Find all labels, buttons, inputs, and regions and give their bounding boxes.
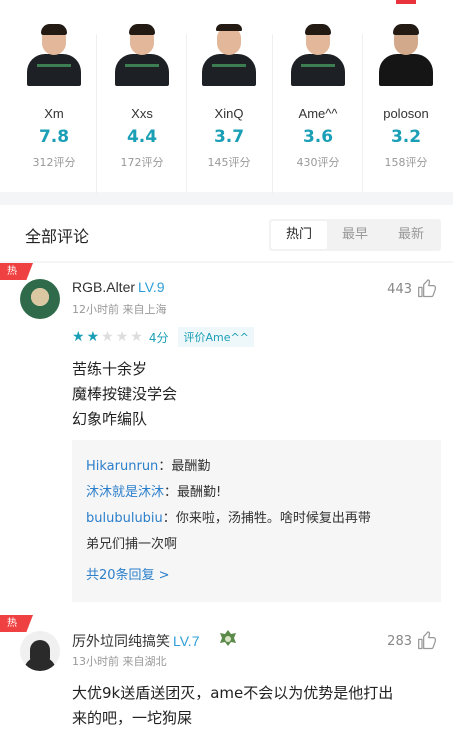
star-icon: ★ xyxy=(72,329,85,345)
comment-author[interactable]: 厉外垃同纯搞笑 LV.7 xyxy=(72,631,199,651)
player-card-xm[interactable]: Xm 7.8 312评分 xyxy=(14,24,94,170)
player-score: 7.8 xyxy=(38,127,70,147)
comment-line: 苦练十余岁 xyxy=(72,360,148,378)
user-level: LV.7 xyxy=(173,633,200,649)
comment-item: 热 厉外垃同纯搞笑 LV.7 13小时前 来自湖北 283 大优9k送盾送团灭，a… xyxy=(0,615,453,741)
comment-meta: 12小时前 来自上海 xyxy=(72,303,167,316)
avatar[interactable] xyxy=(20,631,60,671)
reply-author[interactable]: bulubulubiu xyxy=(86,511,163,526)
player-photo xyxy=(377,24,435,88)
level-badge-icon xyxy=(220,630,236,646)
tab-latest[interactable]: 最新 xyxy=(383,221,439,249)
player-rating-count: 145评分 xyxy=(207,156,251,169)
comment-body: 大优9k送盾送团灭，ame不会以为优势是他打出 来的吧，一坨狗屎 xyxy=(72,681,393,731)
header-accent xyxy=(396,0,416,4)
player-photo xyxy=(289,24,347,88)
avatar[interactable] xyxy=(20,279,60,319)
reply-item: 沐沐就是沐沐：最酬勤! xyxy=(86,480,427,506)
player-rating-count: 158评分 xyxy=(384,156,428,169)
reply-item: 弟兄们捕一次啊 xyxy=(86,532,427,558)
like-count: 283 xyxy=(387,633,412,649)
tab-earliest[interactable]: 最早 xyxy=(327,221,383,249)
comments-header: 全部评论 热门 最早 最新 xyxy=(0,205,453,261)
comment-meta: 13小时前 来自湖北 xyxy=(72,655,167,668)
user-level: LV.9 xyxy=(138,279,165,295)
player-rating-count: 312评分 xyxy=(32,156,76,169)
username[interactable]: 厉外垃同纯搞笑 xyxy=(72,633,170,649)
player-photo xyxy=(113,24,171,88)
reply-author[interactable]: 沐沐就是沐沐 xyxy=(86,485,164,500)
reply-separator: ： xyxy=(162,511,176,526)
reply-separator: ： xyxy=(158,459,172,474)
comment-line: 大优9k送盾送团灭，ame不会以为优势是他打出 xyxy=(72,684,394,702)
like-count: 443 xyxy=(387,281,412,297)
star-icon: ★ xyxy=(101,329,114,345)
reply-text: 最酬勤 xyxy=(171,459,211,474)
player-card-ame[interactable]: Ame^^ 3.6 430评分 xyxy=(278,24,358,170)
reply-text: 你来啦，汤捕牲。啥时候复出再带 xyxy=(175,511,371,526)
reply-separator: ： xyxy=(164,485,178,500)
more-replies-link[interactable]: 共20条回复 > xyxy=(86,564,427,583)
comment-line: 魔棒按键没学会 xyxy=(72,385,178,403)
divider xyxy=(272,34,273,194)
comment-body: 苦练十余岁 魔棒按键没学会 幻象咋编队 xyxy=(72,357,177,432)
player-rating-count: 172评分 xyxy=(120,156,164,169)
player-name: Xxs xyxy=(131,106,153,121)
comment-line: 来的吧，一坨狗屎 xyxy=(72,709,193,727)
divider xyxy=(96,34,97,194)
like-button[interactable]: 443 xyxy=(387,279,437,299)
player-rating-count: 430评分 xyxy=(296,156,340,169)
reply-text: 最酬勤! xyxy=(177,485,222,500)
player-card-xxs[interactable]: Xxs 4.4 172评分 xyxy=(102,24,182,170)
reply-item: bulubulubiu：你来啦，汤捕牲。啥时候复出再带 xyxy=(86,506,427,532)
thumbs-up-icon[interactable] xyxy=(417,279,437,299)
star-icon: ★ xyxy=(130,329,143,345)
like-button[interactable]: 283 xyxy=(387,631,437,651)
divider xyxy=(362,34,363,194)
comment-author[interactable]: RGB.Alter LV.9 xyxy=(72,279,165,295)
player-score: 4.4 xyxy=(126,127,158,147)
star-icon: ★ xyxy=(86,329,100,345)
sort-tabs: 热门 最早 最新 xyxy=(269,219,441,251)
thumbs-up-icon[interactable] xyxy=(417,631,437,651)
player-ratings-panel: Xm 7.8 312评分 Xxs 4.4 172评分 XinQ 3.7 145评… xyxy=(0,0,453,194)
tab-hot[interactable]: 热门 xyxy=(271,221,327,249)
player-photo xyxy=(25,24,83,88)
player-card-xinq[interactable]: XinQ 3.7 145评分 xyxy=(189,24,269,170)
hot-badge: 热 xyxy=(0,263,33,280)
comment-list: 热 RGB.Alter LV.9 12小时前 来自上海 443 ★ ★ ★ ★ ★… xyxy=(0,263,453,741)
username[interactable]: RGB.Alter xyxy=(72,279,135,295)
reply-preview[interactable]: Hikarunrun：最酬勤 沐沐就是沐沐：最酬勤! bulubulubiu：你… xyxy=(72,440,441,602)
player-name: XinQ xyxy=(214,106,244,121)
section-title: 全部评论 xyxy=(25,227,90,246)
star-icon: ★ xyxy=(115,329,129,345)
player-name: poloson xyxy=(383,106,429,121)
player-name: Ame^^ xyxy=(298,106,338,121)
reply-author[interactable]: Hikarunrun xyxy=(86,459,158,474)
player-score: 3.7 xyxy=(213,127,245,147)
comment-line: 幻象咋编队 xyxy=(72,410,148,428)
rating-row: ★ ★ ★ ★ ★ 4分 评价Ame^^ xyxy=(72,327,254,347)
reply-text: 弟兄们捕一次啊 xyxy=(86,537,178,552)
rating-score: 4分 xyxy=(148,330,169,345)
player-photo xyxy=(200,24,258,88)
player-name: Xm xyxy=(44,106,64,121)
comment-item: 热 RGB.Alter LV.9 12小时前 来自上海 443 ★ ★ ★ ★ ★… xyxy=(0,263,453,613)
player-score: 3.2 xyxy=(390,127,422,147)
player-card-poloson[interactable]: poloson 3.2 158评分 xyxy=(366,24,446,170)
hot-badge: 热 xyxy=(0,615,33,632)
player-score: 3.6 xyxy=(302,127,334,147)
divider xyxy=(186,34,187,194)
reply-item: Hikarunrun：最酬勤 xyxy=(86,454,427,480)
rating-target[interactable]: 评价Ame^^ xyxy=(178,327,254,347)
